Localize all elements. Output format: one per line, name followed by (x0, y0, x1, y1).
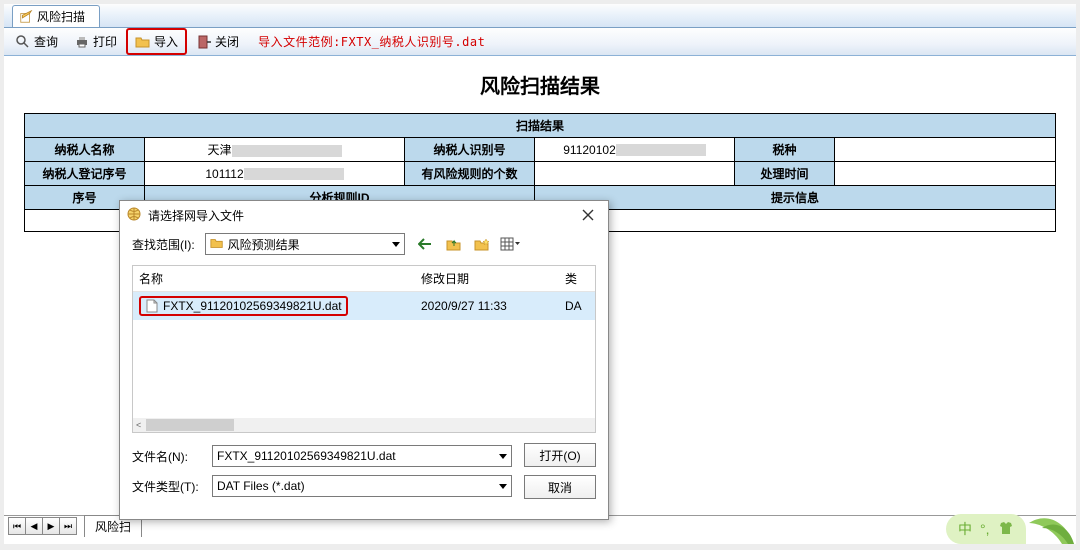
folder-open-icon (135, 34, 151, 50)
dialog-titlebar: 请选择网导入文件 (120, 201, 608, 229)
td-tax-type (835, 138, 1056, 162)
section-header: 扫描结果 (25, 114, 1056, 138)
view-menu-button[interactable] (499, 234, 521, 254)
col-header-date[interactable]: 修改日期 (415, 266, 565, 291)
th-reg-seq: 纳税人登记序号 (25, 162, 145, 186)
print-label: 打印 (93, 33, 117, 50)
file-open-dialog: 请选择网导入文件 查找范围(I): 风险预测结果 名称 修改日期 类 (119, 200, 609, 520)
pencil-note-icon (19, 10, 33, 24)
td-risk-count (535, 162, 735, 186)
filetype-select[interactable]: DAT Files (*.dat) (212, 475, 512, 497)
nav-next[interactable]: ▶ (42, 517, 60, 535)
td-reg-seq: 101112 (145, 162, 405, 186)
filetype-label: 文件类型(T): (132, 478, 202, 495)
printer-icon (74, 34, 90, 50)
horizontal-scrollbar[interactable]: < (133, 418, 595, 432)
file-type: DA (565, 295, 595, 317)
ime-indicator: 中 °, (946, 510, 1074, 544)
lookin-combo[interactable]: 风险预测结果 (205, 233, 405, 255)
new-folder-button[interactable] (471, 234, 493, 254)
folder-icon (210, 236, 224, 253)
close-icon (582, 209, 594, 221)
nav-last[interactable]: ⏭ (59, 517, 77, 535)
open-button[interactable]: 打开(O) (524, 443, 596, 467)
td-taxpayer-id: 91120102 (535, 138, 735, 162)
tab-risk-scan[interactable]: 风险扫描 (12, 5, 100, 27)
file-date: 2020/9/27 11:33 (415, 295, 565, 317)
toolbar: 查询 打印 导入 关闭 导入文件范例:FXTX_纳税人识别号.dat (4, 28, 1076, 56)
go-back-button[interactable] (415, 234, 437, 254)
import-hint: 导入文件范例:FXTX_纳税人识别号.dat (258, 33, 485, 50)
ime-punct: °, (980, 521, 990, 537)
tab-strip: 风险扫描 (4, 4, 1076, 28)
lookin-label: 查找范围(I): (132, 236, 195, 253)
nav-prev[interactable]: ◀ (25, 517, 43, 535)
grid-view-icon (500, 237, 520, 251)
shirt-icon (998, 521, 1014, 538)
cancel-button[interactable]: 取消 (524, 475, 596, 499)
th-taxpayer-id: 纳税人识别号 (405, 138, 535, 162)
nav-first[interactable]: ⏮ (8, 517, 26, 535)
arrow-left-icon (418, 238, 434, 250)
query-label: 查询 (34, 33, 58, 50)
chevron-down-icon (499, 484, 507, 489)
import-label: 导入 (154, 33, 178, 50)
file-icon (145, 299, 159, 313)
ime-bubble[interactable]: 中 °, (946, 514, 1026, 544)
print-button[interactable]: 打印 (67, 30, 124, 53)
door-exit-icon (196, 34, 212, 50)
leaf-icon (1024, 508, 1074, 544)
th-proc-time: 处理时间 (735, 162, 835, 186)
filename-label: 文件名(N): (132, 448, 202, 465)
dialog-title: 请选择网导入文件 (148, 207, 244, 224)
file-list: 名称 修改日期 类 FXTX_91120102569349821U.dat 20… (132, 265, 596, 433)
chevron-down-icon (392, 242, 400, 247)
file-row[interactable]: FXTX_91120102569349821U.dat 2020/9/27 11… (133, 292, 595, 320)
close-button[interactable]: 关闭 (189, 30, 246, 53)
th-tax-type: 税种 (735, 138, 835, 162)
import-button[interactable]: 导入 (126, 28, 187, 55)
cell-hint (535, 210, 1056, 232)
search-icon (15, 34, 31, 50)
filename-input[interactable]: FXTX_91120102569349821U.dat (212, 445, 512, 467)
close-label: 关闭 (215, 33, 239, 50)
tab-label: 风险扫描 (37, 8, 85, 25)
folder-new-icon (474, 237, 490, 251)
scrollbar-thumb[interactable] (146, 419, 234, 431)
dialog-close-button[interactable] (574, 205, 602, 225)
up-folder-button[interactable] (443, 234, 465, 254)
th-risk-count: 有风险规则的个数 (405, 162, 535, 186)
ime-mode: 中 (958, 519, 972, 539)
lookin-value: 风险预测结果 (228, 236, 300, 253)
th-taxpayer-name: 纳税人名称 (25, 138, 145, 162)
td-taxpayer-name: 天津 (145, 138, 405, 162)
col-header-name[interactable]: 名称 (133, 266, 415, 291)
filetype-value: DAT Files (*.dat) (217, 479, 305, 493)
globe-icon (126, 206, 142, 225)
file-name: FXTX_91120102569349821U.dat (163, 299, 342, 313)
result-title: 风险扫描结果 (24, 70, 1056, 99)
col-header-type[interactable]: 类 (565, 266, 595, 291)
td-proc-time (835, 162, 1056, 186)
filename-value: FXTX_91120102569349821U.dat (217, 449, 396, 463)
chevron-down-icon (499, 454, 507, 459)
th-hint: 提示信息 (535, 186, 1056, 210)
folder-up-icon (446, 237, 462, 251)
query-button[interactable]: 查询 (8, 30, 65, 53)
